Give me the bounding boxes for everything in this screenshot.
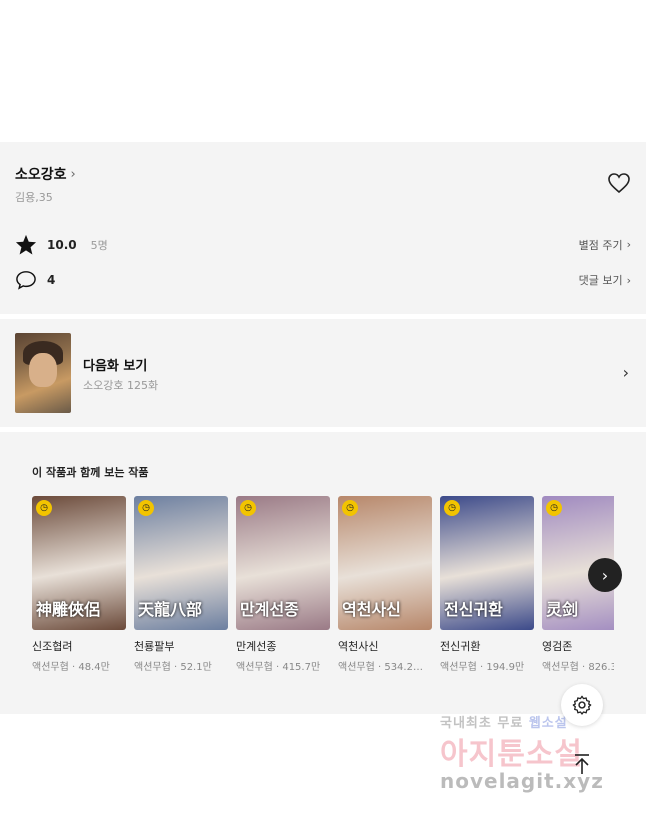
comment-row: 4 댓글 보기 › [15,270,631,290]
scroll-top-button[interactable] [566,748,598,780]
recommendation-card[interactable]: ◷ 전신귀환 전신귀환 액션무협 · 194.9만 [440,496,534,673]
recommendation-title: 신조협려 [32,640,73,653]
next-episode-card[interactable]: 다음화 보기 소오강호 125화 › [0,319,646,427]
recommendation-meta: 액션무협 · 826.3 [542,662,614,673]
recommendation-card[interactable]: ◷ 역천사신 역천사신 액션무협 · 534.2… [338,496,432,673]
recommendation-title: 영검존 [542,640,573,653]
recommendation-meta: 액션무협 · 48.4만 [32,662,110,673]
top-blank-area [0,0,646,142]
comment-count: 4 [47,273,56,287]
clock-icon: ◷ [342,500,358,516]
recommendation-cover: ◷ 전신귀환 [440,496,534,630]
clock-icon: ◷ [444,500,460,516]
rating-value: 10.0 [47,237,77,252]
chevron-right-icon: › [70,166,76,182]
view-comments-button[interactable]: 댓글 보기 › [579,272,631,288]
recommendation-title: 만계선종 [236,640,277,653]
recommendation-cover: ◷ 역천사신 [338,496,432,630]
recommendation-cover: ◷ 만계선종 [236,496,330,630]
cover-title-art: 만계선종 [240,600,299,619]
recommendation-meta: 액션무협 · 52.1만 [134,662,212,673]
recommendation-meta: 액션무협 · 194.9만 [440,662,525,673]
rate-button-label: 별점 주기 [578,238,623,252]
recommendation-cover: ◷ 神雕俠侶 [32,496,126,630]
recommendation-title: 천룡팔부 [134,640,175,653]
carousel-next-button[interactable]: › [588,558,622,592]
next-episode-label: 다음화 보기 [83,359,148,374]
recommendation-meta: 액션무협 · 415.7만 [236,662,321,673]
recommendations-section: 이 작품과 함께 보는 작품 ◷ 神雕俠侶 신조협려액션무협 · 48.4만 ◷ 天龍八… [0,432,646,714]
recommendation-meta: 액션무협 · 534.2… [338,662,423,673]
work-info-panel: 소오강호 › 김용,35 10.0 5명 별점 주기 › 4 댓글 보기 › [0,142,646,314]
clock-icon: ◷ [240,500,256,516]
recommendation-card[interactable]: ◷ 만계선종 만계선종 액션무협 · 415.7만 [236,496,330,673]
recommendations-heading: 이 작품과 함께 보는 작품 [32,466,149,479]
rating-row: 10.0 5명 별점 주기 › [15,234,631,255]
cover-title-art: 灵剑 [546,600,579,619]
recommendation-cover: ◷ 天龍八部 [134,496,228,630]
recommendation-title: 전신귀환 [440,640,481,653]
recommendation-title: 역천사신 [338,640,379,653]
work-title-link[interactable]: 소오강호 › [15,164,76,184]
chevron-right-icon: › [601,565,609,585]
chevron-right-icon: › [626,238,631,251]
clock-icon: ◷ [138,500,154,516]
star-icon [15,234,37,255]
settings-button[interactable] [561,684,603,726]
clock-icon: ◷ [36,500,52,516]
comment-icon [16,271,36,290]
arrow-up-icon [575,754,589,774]
chevron-right-icon: › [626,273,631,287]
chevron-right-icon: › [622,363,629,382]
watermark: 국내최초 무료 웹소설 아지툰소설 novelagit.xyz [440,712,630,793]
next-episode-sub: 소오강호 125화 [83,379,159,392]
clock-icon: ◷ [546,500,562,516]
work-title: 소오강호 [15,167,67,183]
recommendation-card[interactable]: ◷ 天龍八部 천룡팔부액션무협 · 52.1만 [134,496,228,673]
cover-title-art: 전신귀환 [444,600,503,619]
cover-title-art: 天龍八部 [138,600,203,619]
gear-icon [572,695,592,715]
work-author: 김용,35 [15,191,53,204]
watermark-line1: 국내최초 무료 웹소설 [440,716,568,731]
rate-button[interactable]: 별점 주기 › [579,237,631,253]
cover-title-art: 神雕俠侶 [36,600,101,619]
heart-icon[interactable] [607,172,631,194]
rating-count: 5명 [90,238,108,252]
watermark-line2: 아지툰소설 [440,737,583,772]
watermark-line3: novelagit.xyz [440,769,604,793]
recommendation-carousel: ◷ 神雕俠侶 신조협려액션무협 · 48.4만 ◷ 天龍八部 천룡팔부액션무협 · 52.… [32,496,614,686]
next-episode-thumbnail [15,333,71,413]
cover-title-art: 역천사신 [342,600,401,619]
view-comments-label: 댓글 보기 [578,274,623,287]
recommendation-card[interactable]: ◷ 神雕俠侶 신조협려액션무협 · 48.4만 [32,496,126,673]
